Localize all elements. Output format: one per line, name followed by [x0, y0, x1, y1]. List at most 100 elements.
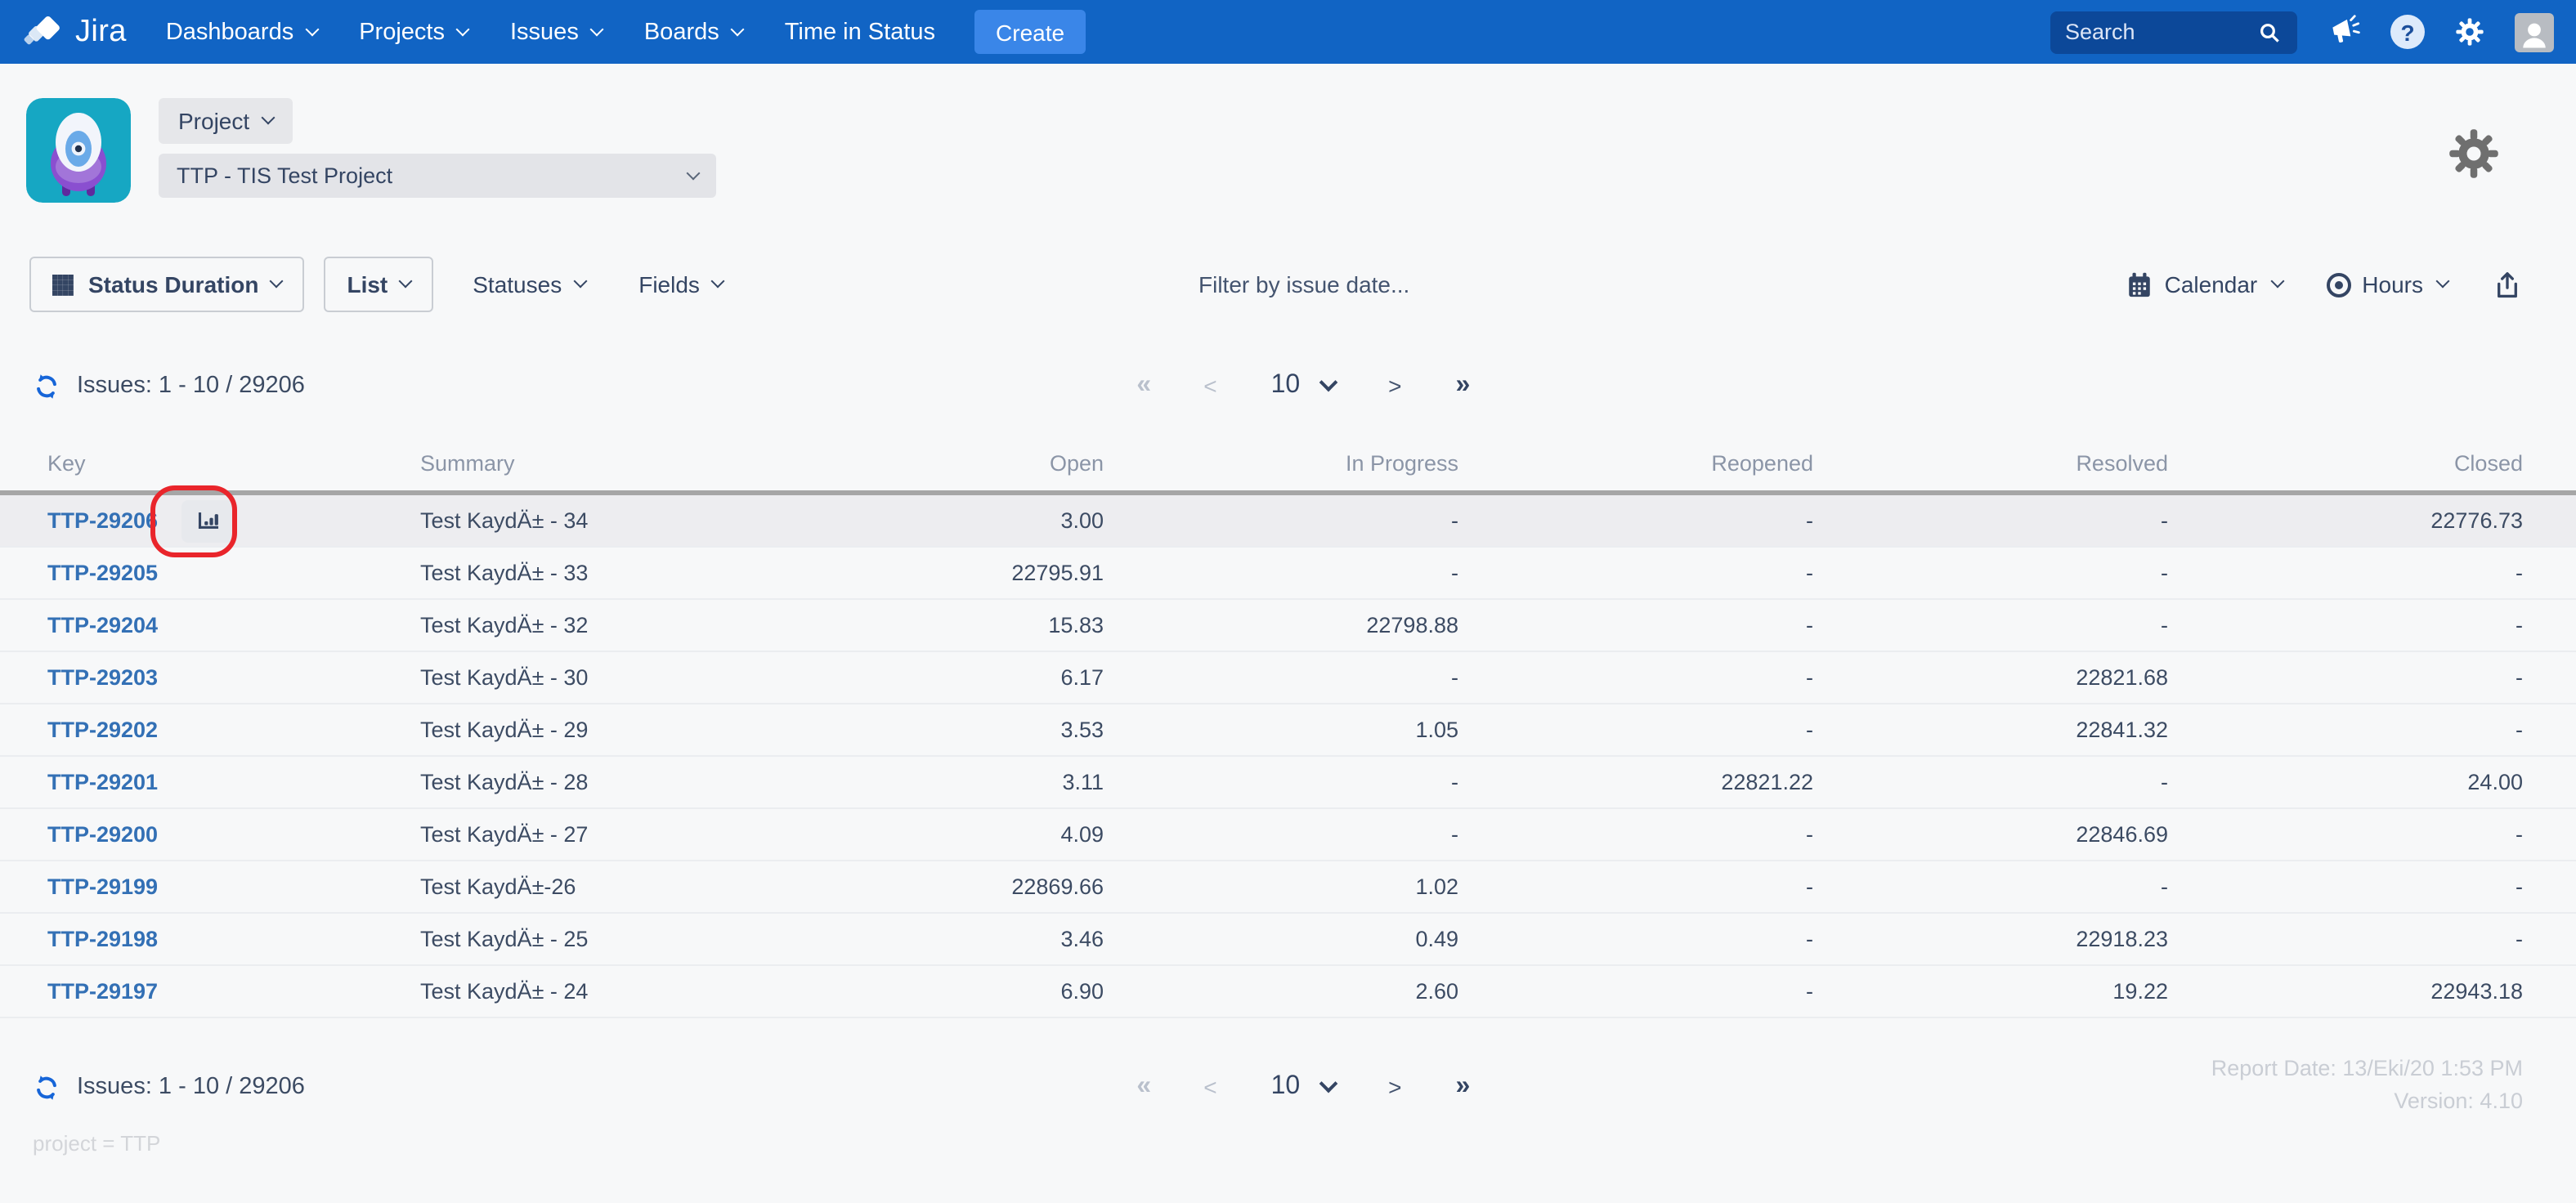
pagination-prev-button[interactable]: < — [1203, 1074, 1216, 1100]
issue-key-link[interactable]: TTP-29206 — [47, 508, 158, 533]
nav-item-projects[interactable]: Projects — [359, 19, 470, 45]
pagination-last-button[interactable]: » — [1456, 1072, 1471, 1102]
pagination-first-button[interactable]: « — [1136, 371, 1151, 400]
report-type-dropdown[interactable]: Status Duration — [29, 257, 305, 312]
in-progress-cell: 1.02 — [1415, 874, 1458, 899]
issue-key-link[interactable]: TTP-29203 — [47, 665, 158, 690]
hours-icon — [2326, 272, 2351, 297]
pagination-first-button[interactable]: « — [1136, 1072, 1151, 1102]
user-avatar[interactable] — [2515, 12, 2554, 51]
time-unit-dropdown[interactable]: Hours — [2326, 271, 2450, 297]
page-size-select[interactable]: 10 — [1270, 371, 1337, 400]
grid-icon — [52, 274, 74, 295]
issue-key-link[interactable]: TTP-29205 — [47, 561, 158, 585]
reopened-cell: - — [1806, 561, 1813, 585]
gear-icon[interactable] — [2454, 16, 2485, 47]
in-progress-cell: - — [1451, 665, 1458, 690]
refresh-icon[interactable] — [33, 372, 60, 400]
closed-cell: - — [2516, 561, 2523, 585]
fields-dropdown[interactable]: Fields — [638, 271, 725, 297]
in-progress-cell: 0.49 — [1415, 927, 1458, 951]
view-dropdown[interactable]: List — [324, 257, 434, 312]
calendar-icon — [2126, 271, 2153, 298]
key-cell: TTP-29199 — [47, 861, 420, 912]
report-toolbar: Status Duration List Statuses Fields Cal… — [29, 257, 2523, 312]
summary-cell: Test KaydÄ± - 32 — [420, 613, 589, 637]
chevron-down-icon — [260, 110, 275, 125]
jira-logo[interactable]: Jira — [23, 11, 127, 52]
jql-filter-label: project = TTP — [33, 1131, 161, 1156]
jira-logo-label: Jira — [75, 14, 127, 48]
page-size-select[interactable]: 10 — [1271, 1072, 1337, 1102]
report-settings-gear-icon[interactable] — [2446, 126, 2502, 190]
open-cell: 3.00 — [1060, 508, 1104, 533]
summary-cell: Test KaydÄ± - 34 — [420, 508, 589, 533]
in-progress-cell: 1.05 — [1415, 718, 1458, 742]
summary-cell: Test KaydÄ± - 25 — [420, 927, 589, 951]
pagination-next-button[interactable]: > — [1388, 373, 1401, 399]
issue-key-link[interactable]: TTP-29200 — [47, 822, 158, 847]
open-cell: 22795.91 — [1011, 561, 1104, 585]
issue-key-link[interactable]: TTP-29198 — [47, 927, 158, 951]
statuses-dropdown[interactable]: Statuses — [473, 271, 587, 297]
in-progress-cell: - — [1451, 770, 1458, 794]
nav-item-time-in-status[interactable]: Time in Status — [785, 19, 935, 45]
nav-item-boards[interactable]: Boards — [644, 19, 745, 45]
key-cell: TTP-29204 — [47, 600, 420, 651]
summary-cell: Test KaydÄ± - 27 — [420, 822, 589, 847]
issue-key-link[interactable]: TTP-29204 — [47, 613, 158, 637]
table-row: TTP-29199 Test KaydÄ±-26 22869.66 1.02 - - - — [0, 861, 2576, 914]
closed-cell: 22943.18 — [2430, 979, 2523, 1004]
create-button[interactable]: Create — [974, 10, 1086, 54]
project-select[interactable]: TTP - TIS Test Project — [159, 154, 716, 198]
table-row: TTP-29201 Test KaydÄ± - 28 3.11 - 22821.22 - 2… — [0, 757, 2576, 809]
scope-dropdown-button[interactable]: Project — [159, 98, 293, 144]
report-meta: Report Date: 13/Eki/20 1:53 PM Version: … — [2211, 1053, 2523, 1118]
column-header-in-progress: In Progress — [1345, 451, 1458, 476]
table-row: TTP-29203 Test KaydÄ± - 30 6.17 - - 22821.68 - — [0, 652, 2576, 704]
in-progress-cell: 22798.88 — [1366, 613, 1458, 637]
megaphone-icon[interactable] — [2327, 15, 2361, 49]
table-row: TTP-29200 Test KaydÄ± - 27 4.09 - - 22846.69 - — [0, 809, 2576, 861]
reopened-cell: - — [1806, 718, 1813, 742]
pagination-prev-button[interactable]: < — [1203, 373, 1216, 399]
issue-date-filter-input[interactable] — [1198, 257, 1558, 312]
pagination-next-button[interactable]: > — [1388, 1074, 1401, 1100]
issue-key-link[interactable]: TTP-29201 — [47, 770, 158, 794]
reopened-cell: - — [1806, 822, 1813, 847]
chevron-down-icon — [710, 274, 725, 288]
reopened-cell: 22821.22 — [1721, 770, 1813, 794]
pagination-last-button[interactable]: » — [1456, 371, 1471, 400]
issue-key-link[interactable]: TTP-29199 — [47, 874, 158, 899]
jira-logo-icon — [23, 11, 64, 52]
search-input[interactable] — [2065, 20, 2256, 44]
export-icon[interactable] — [2492, 269, 2523, 300]
issue-chart-button[interactable] — [181, 499, 237, 542]
column-header-reopened: Reopened — [1711, 451, 1813, 476]
reopened-cell: - — [1806, 508, 1813, 533]
resolved-cell: 22821.68 — [2076, 665, 2168, 690]
search-icon[interactable] — [2256, 19, 2283, 45]
toolbar-right-group: Calendar Hours — [2126, 269, 2523, 300]
resolved-cell: - — [2161, 613, 2168, 637]
column-header-summary: Summary — [420, 451, 515, 476]
issue-key-link[interactable]: TTP-29197 — [47, 979, 158, 1004]
closed-cell: 24.00 — [2467, 770, 2523, 794]
report-type-label: Status Duration — [88, 271, 259, 297]
refresh-icon[interactable] — [33, 1073, 60, 1101]
issue-key-link[interactable]: TTP-29202 — [47, 718, 158, 742]
calendar-label: Calendar — [2164, 271, 2258, 297]
table-row: TTP-29198 Test KaydÄ± - 25 3.46 0.49 - 22918.… — [0, 914, 2576, 966]
page-size-value: 10 — [1270, 371, 1301, 399]
closed-cell: - — [2516, 822, 2523, 847]
issues-count-label: Issues: 1 - 10 / 29206 — [77, 1074, 305, 1100]
table-header-row: Key Summary Open In Progress Reopened Resolve… — [0, 430, 2576, 495]
help-icon[interactable]: ? — [2390, 15, 2425, 49]
resolved-cell: - — [2161, 508, 2168, 533]
calendar-dropdown[interactable]: Calendar — [2126, 271, 2284, 298]
table-row: TTP-29202 Test KaydÄ± - 29 3.53 1.05 - 22841.… — [0, 704, 2576, 757]
resolved-cell: 22846.69 — [2076, 822, 2168, 847]
nav-item-dashboards[interactable]: Dashboards — [166, 19, 319, 45]
nav-item-issues[interactable]: Issues — [510, 19, 604, 45]
bottom-results-bar: Issues: 1 - 10 / 29206 « < 10 > » Report… — [33, 1056, 2547, 1113]
